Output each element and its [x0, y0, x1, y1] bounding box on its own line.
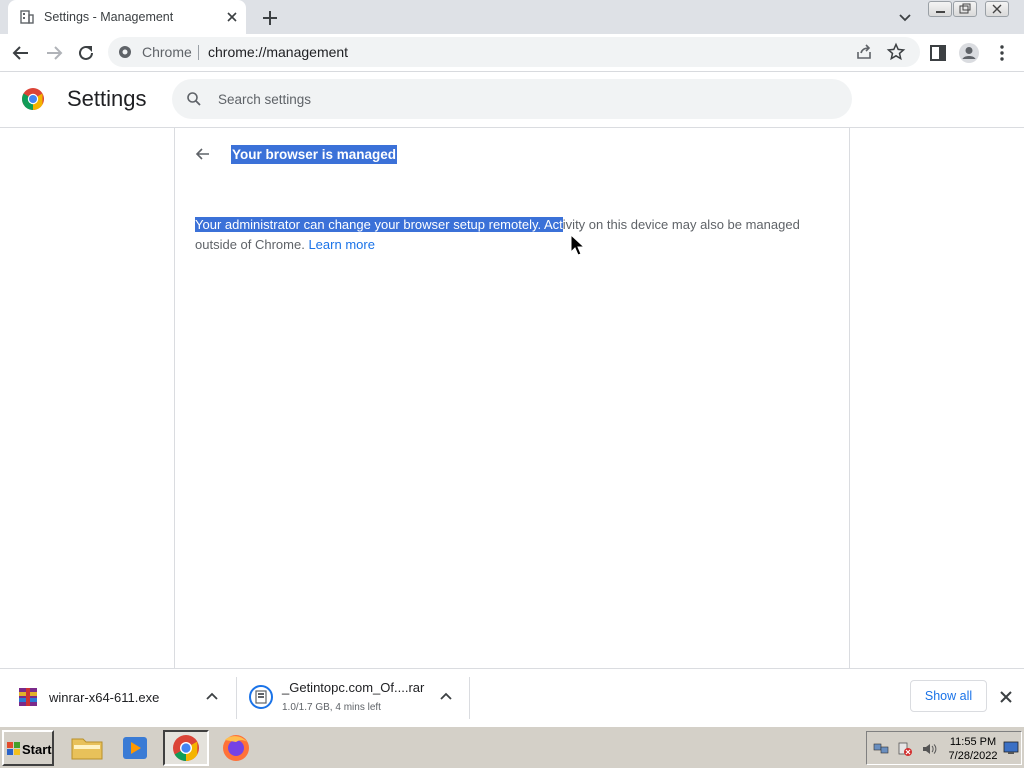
- chevron-up-icon[interactable]: [438, 689, 454, 705]
- learn-more-link[interactable]: Learn more: [308, 237, 374, 252]
- winrar-icon: [19, 688, 37, 706]
- volume-icon[interactable]: [921, 741, 937, 757]
- management-message: Your administrator can change your brows…: [195, 215, 815, 255]
- back-icon[interactable]: [9, 41, 33, 65]
- side-panel-icon[interactable]: [926, 41, 950, 65]
- search-input[interactable]: [218, 89, 818, 109]
- more-menu-icon[interactable]: [990, 41, 1014, 65]
- tab-strip: Settings - Management: [0, 0, 1024, 34]
- page-title: Settings: [67, 86, 147, 111]
- profile-avatar-icon[interactable]: [957, 41, 981, 65]
- download-item-rar[interactable]: _Getintopc.com_Of....rar 1.0/1.7 GB, 4 m…: [237, 669, 469, 727]
- network-icon[interactable]: [873, 741, 889, 757]
- minimize-icon: [936, 11, 945, 13]
- download-progress-text: 1.0/1.7 GB, 4 mins left: [282, 702, 381, 713]
- forward-icon[interactable]: [42, 41, 66, 65]
- download-filename: winrar-x64-611.exe: [49, 690, 160, 705]
- settings-header: Settings: [0, 72, 1024, 128]
- chrome-icon: [173, 735, 199, 762]
- windows-flag-icon: [7, 742, 20, 755]
- close-window-button[interactable]: [985, 1, 1009, 17]
- security-alert-icon[interactable]: [897, 741, 913, 757]
- show-all-downloads-button[interactable]: Show all: [910, 680, 987, 712]
- windows-taskbar: Start 11:55 PM 7/28/2022: [0, 726, 1024, 768]
- chrome-site-icon: [119, 46, 131, 58]
- share-icon[interactable]: [854, 42, 874, 62]
- tab-settings-management[interactable]: Settings - Management: [8, 0, 246, 34]
- firefox-icon: [223, 735, 249, 761]
- management-title: Your browser is managed: [231, 145, 398, 164]
- bookmark-star-icon[interactable]: [886, 42, 906, 62]
- download-shelf: winrar-x64-611.exe _Getintopc.com_Of....…: [0, 668, 1024, 726]
- search-icon: [187, 92, 201, 106]
- chevron-down-icon[interactable]: [894, 7, 916, 29]
- building-icon: [20, 10, 34, 24]
- mouse-cursor-icon: [570, 234, 586, 256]
- taskbar-firefox[interactable]: [213, 730, 259, 766]
- message-selected-text: Your administrator can change your brows…: [195, 217, 563, 232]
- chrome-logo-icon: [22, 88, 44, 110]
- download-item-winrar[interactable]: winrar-x64-611.exe: [0, 669, 236, 727]
- management-card: Your browser is managed Your administrat…: [174, 128, 850, 668]
- new-tab-icon[interactable]: [258, 6, 282, 30]
- taskbar-file-explorer[interactable]: [64, 730, 110, 766]
- settings-content: Your browser is managed Your administrat…: [0, 128, 1024, 668]
- close-download-shelf-icon[interactable]: [996, 687, 1016, 707]
- taskbar-media-player[interactable]: [112, 730, 158, 766]
- close-tab-icon[interactable]: [222, 7, 242, 27]
- reload-icon[interactable]: [74, 41, 98, 65]
- chevron-up-icon[interactable]: [204, 689, 220, 705]
- system-tray: 11:55 PM 7/28/2022: [866, 731, 1022, 765]
- media-player-icon: [123, 737, 147, 759]
- settings-search[interactable]: [172, 79, 852, 119]
- file-explorer-icon: [71, 738, 103, 760]
- system-clock[interactable]: 11:55 PM 7/28/2022: [947, 735, 999, 763]
- clock-date: 7/28/2022: [948, 750, 998, 762]
- minimize-button[interactable]: [928, 1, 952, 17]
- omnibox-separator: [198, 45, 199, 60]
- start-button[interactable]: Start: [2, 730, 54, 766]
- show-desktop-icon[interactable]: [1003, 740, 1019, 756]
- start-label: Start: [22, 742, 52, 757]
- close-icon: [992, 4, 1002, 14]
- tab-title: Settings - Management: [44, 10, 174, 24]
- taskbar-chrome[interactable]: [163, 730, 209, 766]
- browser-toolbar: Chrome chrome://management: [0, 34, 1024, 72]
- download-divider: [469, 677, 470, 719]
- download-filename: _Getintopc.com_Of....rar: [282, 680, 425, 695]
- back-arrow-icon[interactable]: [193, 144, 213, 164]
- omnibox-chip: Chrome: [142, 44, 192, 60]
- clock-time: 11:55 PM: [949, 736, 997, 748]
- rar-archive-icon: [249, 685, 273, 709]
- restore-icon: [959, 3, 971, 14]
- restore-button[interactable]: [953, 1, 977, 17]
- address-bar[interactable]: Chrome chrome://management: [108, 37, 920, 67]
- url-text[interactable]: chrome://management: [208, 44, 348, 60]
